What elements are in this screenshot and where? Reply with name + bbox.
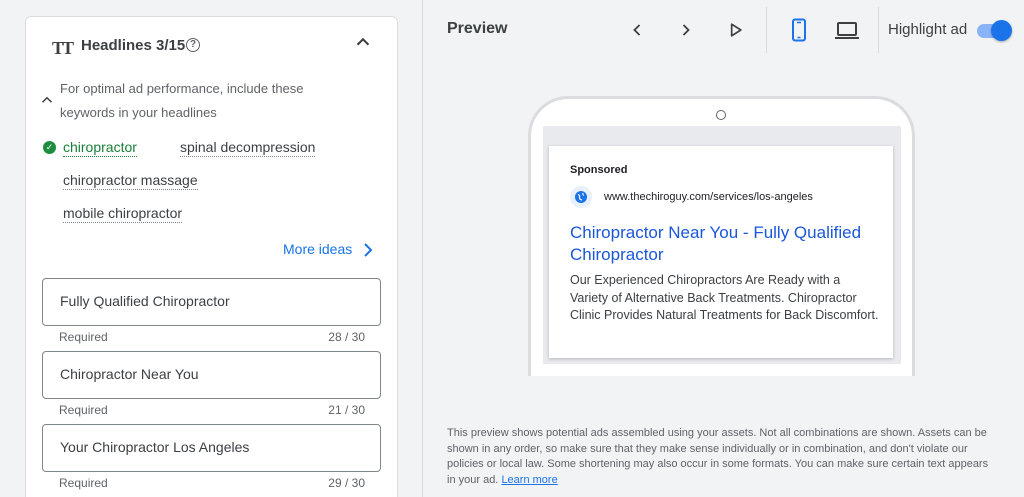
smartphone-icon[interactable] <box>788 18 810 42</box>
headline-1-count: 28 / 30 <box>328 330 365 344</box>
headline-1-helper: Required <box>59 330 108 344</box>
headline-2-helper: Required <box>59 403 108 417</box>
chevron-left-icon[interactable] <box>627 20 647 40</box>
highlight-ad-toggle-knob[interactable] <box>991 20 1012 41</box>
preview-title: Preview <box>447 20 508 37</box>
keyword-chiropractor-massage[interactable]: chiropractor massage <box>63 171 198 190</box>
check-circle-icon: ✓ <box>43 141 56 154</box>
help-circle-icon[interactable]: ? <box>186 38 200 52</box>
more-ideas-link[interactable]: More ideas <box>283 241 352 257</box>
headlines-panel: TT Headlines 3/15 ? For optimal ad perfo… <box>25 16 398 497</box>
chevron-up-icon[interactable] <box>38 91 56 109</box>
text-format-icon: TT <box>52 38 74 58</box>
headline-input-2[interactable]: Chiropractor Near You <box>42 351 381 399</box>
learn-more-link[interactable]: Learn more <box>501 474 557 486</box>
laptop-icon[interactable] <box>834 20 860 40</box>
play-icon[interactable] <box>725 20 745 40</box>
headline-3-count: 29 / 30 <box>328 476 365 490</box>
keyword-hint: For optimal ad performance, include thes… <box>60 81 304 120</box>
globe-icon <box>570 186 592 208</box>
panel-divider <box>422 0 423 497</box>
headlines-title: Headlines 3/15 <box>81 37 186 54</box>
sponsored-label: Sponsored <box>570 164 628 176</box>
highlight-ad-label: Highlight ad <box>888 21 968 38</box>
headline-input-1[interactable]: Fully Qualified Chiropractor <box>42 278 381 326</box>
chevron-up-icon[interactable] <box>352 31 374 53</box>
toolbar-separator <box>878 7 879 53</box>
chevron-right-icon[interactable] <box>676 20 696 40</box>
ad-description: Our Experienced Chiropractors Are Ready … <box>570 273 879 323</box>
headline-input-3[interactable]: Your Chiropractor Los Angeles <box>42 424 381 472</box>
ad-headline[interactable]: Chiropractor Near You - Fully Qualified … <box>570 222 885 266</box>
keyword-mobile-chiropractor[interactable]: mobile chiropractor <box>63 204 183 223</box>
keyword-spinal-decompression[interactable]: spinal decompression <box>180 138 316 157</box>
preview-disclaimer: This preview shows potential ads assembl… <box>447 426 997 489</box>
chevron-right-icon[interactable] <box>362 241 374 259</box>
headline-2-count: 21 / 30 <box>328 403 365 417</box>
ad-display-url[interactable]: www.thechiroguy.com/services/los-angeles <box>604 191 813 203</box>
keyword-chiropractor[interactable]: chiropractor <box>63 138 137 157</box>
phone-camera <box>716 110 726 120</box>
headline-3-helper: Required <box>59 476 108 490</box>
toolbar-separator <box>766 7 767 53</box>
